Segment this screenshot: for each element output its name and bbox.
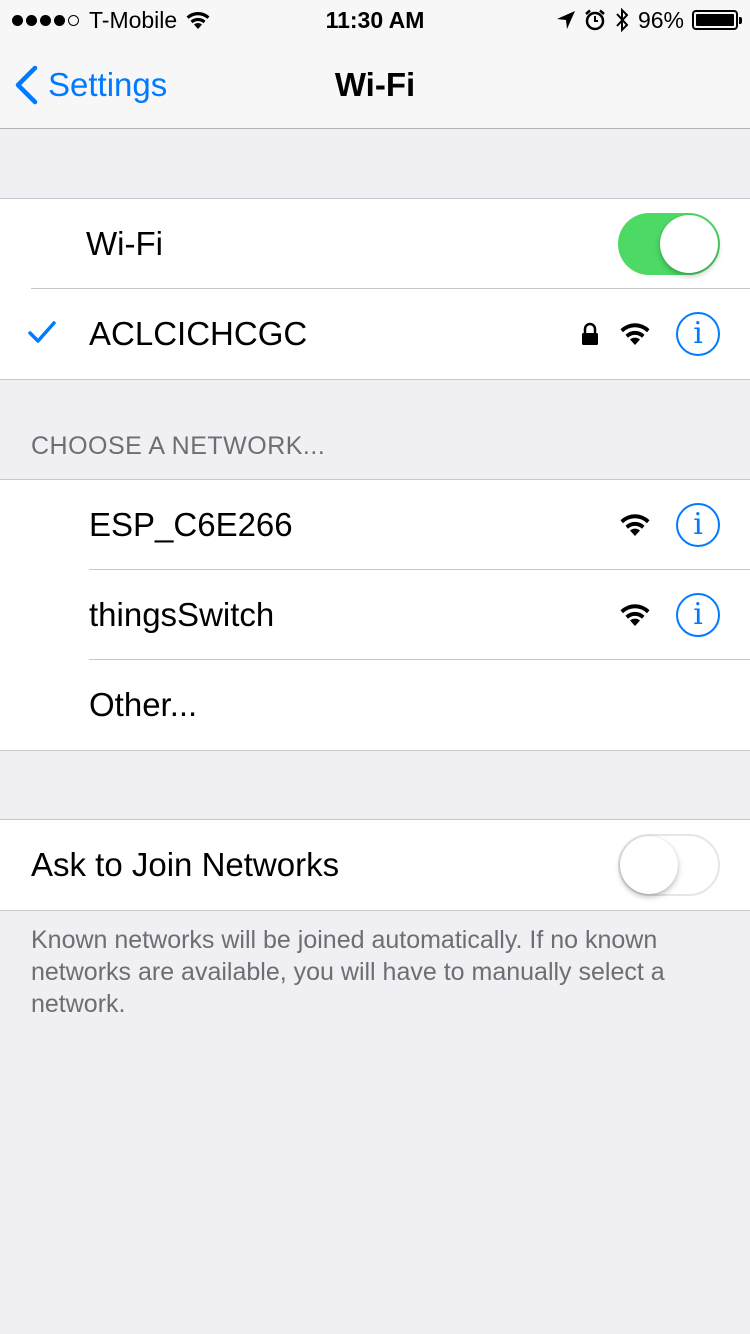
alarm-icon	[585, 9, 605, 31]
ask-to-join-row: Ask to Join Networks	[0, 820, 750, 910]
network-row[interactable]: thingsSwitch i	[0, 570, 750, 660]
location-arrow-icon	[556, 11, 575, 29]
status-right: 96%	[548, 0, 742, 40]
lock-icon	[582, 322, 598, 345]
ask-to-join-footer: Known networks will be joined automatica…	[31, 926, 665, 1018]
ask-to-join-label: Ask to Join Networks	[31, 846, 340, 883]
bluetooth-icon	[616, 7, 629, 33]
wifi-group: Wi-Fi ACLCICHCGC i	[0, 198, 750, 380]
network-name: ESP_C6E266	[89, 506, 293, 543]
wifi-toggle-label: Wi-Fi	[86, 225, 163, 262]
wifi-signal-icon	[620, 604, 650, 626]
info-button[interactable]: i	[676, 312, 720, 356]
toggle-knob	[620, 836, 678, 894]
ask-to-join-group: Ask to Join Networks	[0, 819, 750, 911]
wifi-signal-icon	[620, 514, 650, 536]
top-bar: T-Mobile 11:30 AM 96% Settings Wi-Fi	[0, 0, 750, 129]
checkmark-icon	[28, 321, 56, 343]
section-header-choose-network: CHOOSE A NETWORK...	[31, 432, 326, 460]
wifi-settings-screen: T-Mobile 11:30 AM 96% Settings Wi-Fi Wi-…	[0, 0, 750, 1334]
networks-group: ESP_C6E266 i thingsSwitch i Other...	[0, 479, 750, 751]
page-title: Wi-Fi	[334, 66, 416, 103]
connected-network-name: ACLCICHCGC	[89, 315, 308, 352]
info-button[interactable]: i	[676, 503, 720, 547]
battery-percent: 96%	[637, 7, 684, 33]
connected-network-row[interactable]: ACLCICHCGC i	[0, 289, 750, 379]
toggle-knob	[660, 215, 718, 273]
other-network-label: Other...	[89, 686, 198, 723]
network-name: thingsSwitch	[89, 596, 275, 633]
other-network-row[interactable]: Other...	[0, 660, 750, 750]
status-bar: T-Mobile 11:30 AM 96%	[0, 0, 750, 40]
info-button[interactable]: i	[676, 593, 720, 637]
network-row[interactable]: ESP_C6E266 i	[0, 480, 750, 570]
wifi-signal-icon	[620, 323, 650, 345]
battery-icon	[692, 10, 742, 30]
wifi-toggle-row: Wi-Fi	[0, 199, 750, 289]
wifi-toggle-switch[interactable]	[618, 213, 720, 275]
ask-to-join-toggle[interactable]	[618, 834, 720, 896]
